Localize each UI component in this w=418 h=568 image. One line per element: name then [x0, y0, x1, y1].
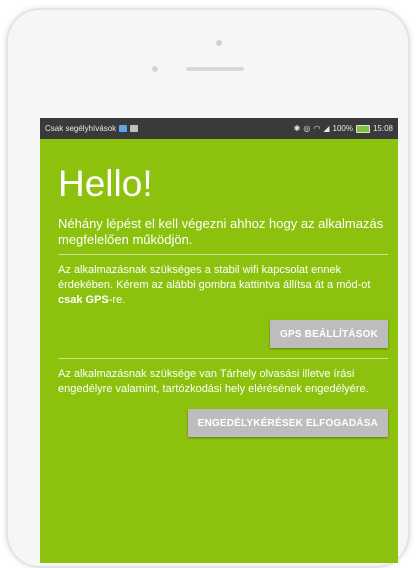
earpiece-speaker	[186, 67, 244, 71]
bluetooth-icon: ✱	[293, 124, 301, 133]
permissions-text: Az alkalmazásnak szüksége van Tárhely ol…	[58, 368, 369, 395]
wifi-instructions: Az alkalmazásnak szükséges a stabil wifi…	[58, 263, 388, 308]
main-content: Hello! Néhány lépést el kell végezni ahh…	[40, 165, 398, 437]
alarm-icon: ◎	[303, 124, 311, 133]
gps-settings-button[interactable]: GPS BEÁLLÍTÁSOK	[269, 320, 388, 348]
phone-frame: Csak segélyhívások ✱ ◎ ◠ ◢ 100% 15:08 He…	[6, 8, 410, 568]
divider	[58, 254, 388, 255]
battery-icon	[355, 124, 370, 133]
wifi-text: Az alkalmazásnak szükséges a stabil wifi…	[58, 264, 371, 291]
wifi-icon: ◠	[313, 124, 321, 133]
wifi-text-suffix: -re.	[108, 294, 126, 306]
proximity-sensor	[152, 66, 158, 72]
app-screen: Csak segélyhívások ✱ ◎ ◠ ◢ 100% 15:08 He…	[40, 118, 398, 563]
carrier-text: Csak segélyhívások	[45, 124, 117, 133]
status-bar: Csak segélyhívások ✱ ◎ ◠ ◢ 100% 15:08	[40, 118, 398, 139]
battery-percent: 100%	[332, 124, 353, 133]
page-title: Hello!	[58, 163, 153, 204]
intro-text: Néhány lépést el kell végezni ahhoz hogy…	[58, 216, 384, 247]
gps-mode-emphasis: csak GPS	[58, 294, 109, 306]
notification-icon	[119, 125, 128, 132]
status-time: 15:08	[372, 124, 393, 133]
accept-permissions-button[interactable]: ENGEDÉLYKÉRÉSEK ELFOGADÁSA	[187, 409, 388, 437]
signal-icon: ◢	[323, 124, 330, 133]
front-camera	[216, 40, 222, 46]
divider	[58, 358, 388, 359]
image-notification-icon	[130, 125, 139, 132]
